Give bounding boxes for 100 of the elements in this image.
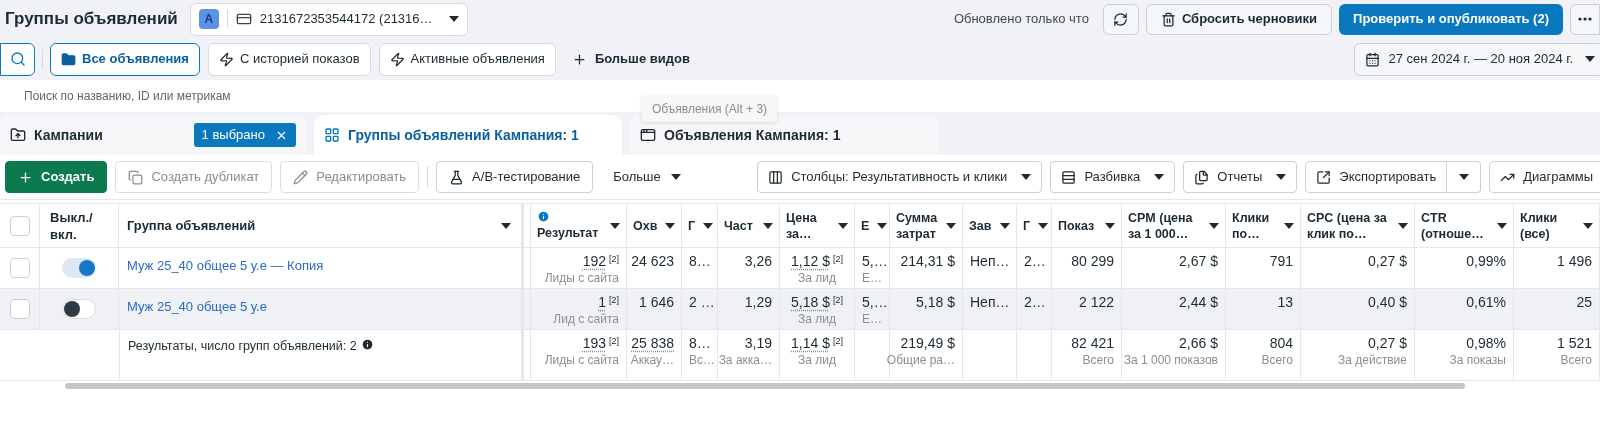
cell-value: 1,12 $ xyxy=(791,253,830,269)
pencil-icon xyxy=(293,169,309,185)
view-tab[interactable]: С историей показов xyxy=(207,42,371,76)
cell-caption: Всего xyxy=(1082,353,1114,367)
column-header[interactable]: Охв xyxy=(633,217,658,234)
cell-value: 0,27 $ xyxy=(1368,335,1407,351)
date-range-button[interactable]: 27 сен 2024 г. — 20 ноя 2024 г. xyxy=(1354,42,1600,76)
cell-value: 1,29 xyxy=(744,294,772,310)
column-header[interactable]: CPM (цена за 1 000… xyxy=(1128,209,1201,242)
column-header[interactable]: Показ xyxy=(1058,217,1095,234)
footnote-mark: [2] xyxy=(832,294,843,307)
edit-button[interactable]: Редактировать xyxy=(280,161,420,193)
column-header[interactable]: Сумма затрат xyxy=(896,209,938,242)
cell-value: 5,18 $ xyxy=(791,294,830,310)
column-header[interactable]: Е xyxy=(861,217,870,234)
duplicate-button[interactable]: Создать дубликат xyxy=(115,161,273,193)
column-header[interactable]: CPC (цена за клик по… xyxy=(1307,209,1390,242)
folder-icon xyxy=(61,51,76,67)
view-tab[interactable]: Все объявления xyxy=(50,42,200,76)
column-header[interactable]: CTR (отноше… xyxy=(1421,209,1489,242)
cell-value: 5,… xyxy=(862,253,888,269)
select-all-checkbox[interactable] xyxy=(9,215,30,236)
cell-value: 82 421 xyxy=(1071,335,1114,351)
info-icon xyxy=(537,210,550,223)
toggle-switch[interactable] xyxy=(62,258,96,278)
reports-button[interactable]: Отчеты xyxy=(1183,161,1298,193)
cell-value: 80 299 xyxy=(1071,253,1114,269)
folder-icon xyxy=(10,127,26,143)
caret-icon xyxy=(1284,222,1294,229)
cell-value: Неп… xyxy=(970,253,1010,269)
column-header[interactable]: Результат xyxy=(537,225,599,241)
column-header[interactable]: Цена за… xyxy=(786,209,830,242)
level-tab[interactable]: Группы объявлений Кампания: 1 xyxy=(314,115,622,155)
cell-caption: Лиды с сайта xyxy=(544,271,619,285)
column-header[interactable]: Группа объявлений xyxy=(127,215,256,236)
cell-value: 3,26 xyxy=(744,253,772,269)
caret-icon xyxy=(1398,222,1408,229)
cell-value: 25 838 xyxy=(631,335,674,351)
cell-caption: Общие ра… xyxy=(886,353,955,367)
page-title: Группы объявлений xyxy=(5,8,178,31)
export-menu-button[interactable] xyxy=(1447,161,1482,193)
rows-icon xyxy=(1061,169,1077,185)
column-header[interactable]: Г xyxy=(688,217,696,234)
more-views-button[interactable]: Больше видов xyxy=(563,42,698,76)
breakdown-button[interactable]: Разбивка xyxy=(1050,161,1176,193)
column-header[interactable]: Зав xyxy=(969,217,992,234)
ab-test-button[interactable]: A/B-тестирование xyxy=(436,161,594,193)
toggle-switch[interactable] xyxy=(62,299,96,319)
cell-value: 2,67 $ xyxy=(1179,253,1218,269)
caret-icon xyxy=(610,222,620,229)
info-icon xyxy=(360,338,374,351)
caret-icon xyxy=(1038,222,1049,229)
refresh-icon xyxy=(1113,11,1129,27)
charts-button[interactable]: Диаграммы xyxy=(1489,161,1600,193)
level-tab[interactable]: Кампании 1 выбрано xyxy=(0,115,306,155)
lightning-icon xyxy=(389,51,405,67)
caret-icon xyxy=(763,222,773,229)
more-button[interactable] xyxy=(1570,3,1600,35)
more-menu-button[interactable]: Больше xyxy=(601,161,693,193)
level-tab[interactable]: Объявления Кампания: 1 xyxy=(630,115,938,155)
view-tab[interactable]: Активные объявления xyxy=(378,42,556,76)
table-row[interactable]: Муж 25_40 общее 5 у.е — Копия 192 [2] Лиды с сайта 24 623 8… 3,26 1,12 $ [2] За лид 5,… Е… 214,31 $ Неп… 2… 80 299 2,67 $ 791 0,27 $ 0,99% 1 496 xyxy=(0,248,1600,289)
search-button[interactable] xyxy=(0,42,35,76)
card-icon xyxy=(235,11,252,27)
row-checkbox[interactable] xyxy=(9,299,30,319)
column-header[interactable]: Част xyxy=(724,217,753,234)
account-selector[interactable]: A 2131672353544172 (21316… xyxy=(189,2,468,36)
column-header[interactable]: Г xyxy=(1023,217,1031,234)
cell-caption: Вс… xyxy=(689,353,715,367)
ad-group-link[interactable]: Муж 25_40 общее 5 у.е — Копия xyxy=(127,258,324,273)
cell-value: 2 … xyxy=(689,294,715,310)
create-button[interactable]: Создать xyxy=(5,161,108,193)
search-field[interactable]: Поиск по названию, ID или метрикам xyxy=(24,87,624,105)
row-checkbox[interactable] xyxy=(9,258,30,278)
column-header[interactable]: Клики (все) xyxy=(1520,209,1575,242)
publish-button[interactable]: Проверить и опубликовать (2) xyxy=(1339,3,1563,35)
caret-icon xyxy=(501,222,511,229)
columns-button[interactable]: Столбцы: Результативность и клики xyxy=(757,161,1043,193)
refresh-button[interactable] xyxy=(1102,3,1139,35)
cell-caption: Всего xyxy=(1560,353,1592,367)
columns-icon xyxy=(768,169,784,185)
copy-icon xyxy=(128,169,144,185)
caret-icon xyxy=(1105,222,1115,229)
cell-value: 8… xyxy=(689,253,711,269)
export-button[interactable]: Экспортировать xyxy=(1305,161,1448,193)
tab-label: Объявления Кампания: 1 xyxy=(664,125,841,145)
reset-drafts-button[interactable]: Сбросить черновики xyxy=(1145,3,1333,35)
cell-caption: За лид xyxy=(798,271,836,285)
cell-caption: Е… xyxy=(862,271,882,285)
cell-value: 13 xyxy=(1277,294,1293,310)
calendar-icon xyxy=(1365,51,1381,67)
column-header[interactable]: Клики по… xyxy=(1232,209,1276,242)
caret-icon xyxy=(448,16,459,22)
trash-icon xyxy=(1160,11,1176,27)
window-icon xyxy=(640,127,656,143)
selection-badge[interactable]: 1 выбрано xyxy=(193,123,296,147)
horizontal-scrollbar[interactable] xyxy=(65,383,1465,389)
ad-group-link[interactable]: Муж 25_40 общее 5 у.е xyxy=(127,299,267,314)
tab-label: Группы объявлений Кампания: 1 xyxy=(348,125,579,145)
table-row[interactable]: Муж 25_40 общее 5 у.е 1 [2] Лид с сайта 1 646 2 … 1,29 5,18 $ [2] За лид 5,… Е… 5,18 $ Неп… 2… 2 122 2,44 $ 13 0,40 $ 0,61% 25 xyxy=(0,289,1600,330)
